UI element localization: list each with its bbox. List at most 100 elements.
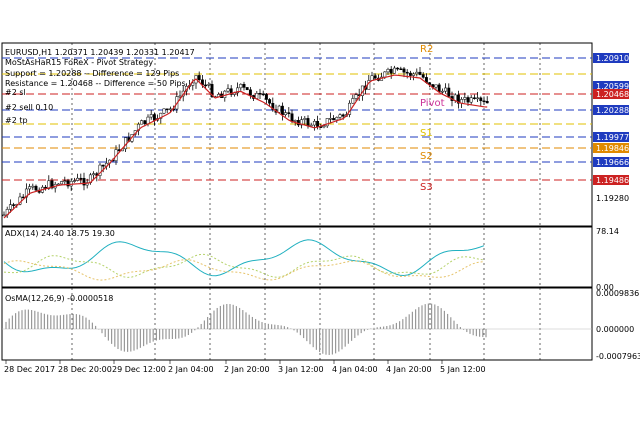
candle-body[interactable] — [204, 84, 208, 87]
candle-body[interactable] — [351, 98, 355, 104]
candle-body[interactable] — [293, 120, 297, 122]
candle-body[interactable] — [341, 114, 345, 117]
candle-body[interactable] — [280, 105, 284, 116]
osma-scale-mid: 0.000000 — [596, 325, 634, 334]
candle-body[interactable] — [245, 87, 249, 91]
candle-body[interactable] — [69, 180, 73, 187]
candle-body[interactable] — [143, 120, 147, 125]
candle-body[interactable] — [479, 97, 483, 102]
time-label: 4 Jan 20:00 — [386, 365, 432, 374]
candle-body[interactable] — [72, 180, 76, 182]
candle-body[interactable] — [28, 186, 32, 190]
candle-body[interactable] — [309, 124, 313, 127]
candle-body[interactable] — [239, 83, 243, 89]
candle-body[interactable] — [248, 89, 252, 96]
candle-body[interactable] — [335, 117, 339, 121]
candle-body[interactable] — [485, 100, 489, 104]
time-label: 3 Jan 12:00 — [278, 365, 324, 374]
candle-body[interactable] — [463, 97, 467, 100]
candle-body[interactable] — [277, 105, 281, 113]
price-tag-text: 1.19666 — [596, 158, 629, 167]
candle-body[interactable] — [242, 83, 246, 88]
candle-body[interactable] — [146, 116, 150, 125]
candle-body[interactable] — [306, 118, 310, 126]
candle-body[interactable] — [101, 164, 105, 167]
adx-title: ADX(14) 24.40 18.75 19.30 — [5, 229, 115, 238]
candle-body[interactable] — [328, 118, 332, 120]
candle-body[interactable] — [338, 114, 342, 118]
candle-body[interactable] — [412, 73, 416, 76]
candle-body[interactable] — [63, 180, 67, 183]
candle-body[interactable] — [197, 75, 201, 80]
candle-body[interactable] — [284, 112, 288, 116]
candle-body[interactable] — [447, 87, 451, 97]
candle-body[interactable] — [386, 68, 390, 73]
candle-body[interactable] — [408, 72, 412, 76]
candle-body[interactable] — [396, 67, 400, 70]
candle-body[interactable] — [383, 71, 387, 78]
candle-body[interactable] — [261, 93, 265, 96]
candle-body[interactable] — [399, 68, 403, 71]
candle-body[interactable] — [354, 94, 358, 99]
price-tag-text: 1.20468 — [596, 90, 629, 99]
indicator-name: MoStAsHaR15 FoReX - Pivot Strategy — [5, 58, 153, 67]
candle-body[interactable] — [444, 87, 448, 92]
candle-body[interactable] — [466, 97, 470, 103]
candle-body[interactable] — [2, 214, 6, 217]
candle-body[interactable] — [162, 108, 166, 114]
candle-body[interactable] — [373, 75, 377, 79]
candle-body[interactable] — [66, 180, 70, 187]
candle-body[interactable] — [332, 118, 336, 121]
candle-body[interactable] — [79, 177, 83, 180]
candle-body[interactable] — [255, 93, 259, 99]
support-info: Support = 1.20288 -- Difference = 129 Pi… — [5, 69, 179, 78]
chart-window[interactable]: EURUSD,H1 1.20371 1.20439 1.20331 1.2041… — [0, 0, 640, 426]
chart-header: EURUSD,H1 1.20371 1.20439 1.20331 1.2041… — [5, 48, 195, 57]
candle-body[interactable] — [392, 67, 396, 74]
candle-body[interactable] — [60, 181, 64, 185]
candle-body[interactable] — [434, 84, 438, 88]
candle-body[interactable] — [389, 68, 393, 74]
candle-body[interactable] — [31, 185, 35, 188]
candle-body[interactable] — [469, 97, 473, 103]
candle-body[interactable] — [152, 114, 156, 121]
candle-body[interactable] — [34, 185, 38, 191]
candle-body[interactable] — [12, 204, 16, 206]
candle-body[interactable] — [207, 84, 211, 86]
time-label: 28 Dec 2017 — [4, 365, 55, 374]
candle-body[interactable] — [287, 112, 291, 114]
trade-label-sell: #2 sell 0.10 — [5, 103, 53, 112]
candle-body[interactable] — [472, 97, 476, 99]
candle-body[interactable] — [415, 71, 419, 75]
candle-body[interactable] — [437, 84, 441, 92]
candle-body[interactable] — [316, 120, 320, 127]
candle-body[interactable] — [82, 178, 86, 186]
candle-body[interactable] — [191, 82, 195, 86]
candle-body[interactable] — [264, 94, 268, 100]
candle-body[interactable] — [303, 118, 307, 120]
candle-body[interactable] — [140, 120, 144, 125]
candle-body[interactable] — [290, 113, 294, 122]
candle-body[interactable] — [268, 99, 272, 104]
candle-body[interactable] — [258, 93, 262, 95]
candle-body[interactable] — [8, 204, 12, 210]
candle-body[interactable] — [405, 71, 409, 74]
candle-body[interactable] — [421, 74, 425, 78]
candle-body[interactable] — [476, 97, 480, 100]
level-label-s2: S2 — [420, 151, 433, 162]
candle-body[interactable] — [21, 196, 25, 199]
price-axis-tags: 1.209101.205991.204681.202881.199771.198… — [593, 53, 629, 185]
candle-body[interactable] — [402, 68, 406, 73]
candle-body[interactable] — [165, 108, 169, 111]
candle-body[interactable] — [482, 100, 486, 103]
candle-body[interactable] — [149, 114, 153, 118]
candle-body[interactable] — [226, 88, 230, 92]
candle-body[interactable] — [312, 120, 316, 126]
candle-body[interactable] — [418, 71, 422, 75]
resistance-info: Resistance = 1.20468 -- Difference = 50 … — [5, 79, 186, 88]
candle-body[interactable] — [440, 90, 444, 93]
candle-body[interactable] — [76, 177, 80, 181]
candle-body[interactable] — [322, 125, 326, 128]
candle-body[interactable] — [92, 173, 96, 176]
candle-body[interactable] — [168, 108, 172, 111]
